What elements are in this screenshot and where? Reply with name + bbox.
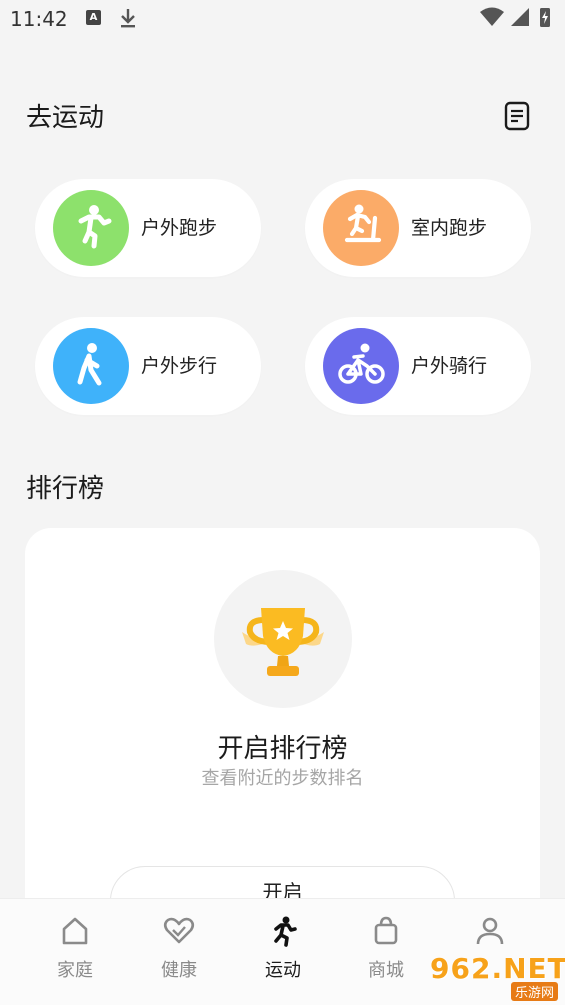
- watermark-text: 962.NET: [430, 952, 565, 985]
- watermark-subtext: 乐游网: [510, 982, 558, 1001]
- wifi-icon: [480, 7, 504, 26]
- ranking-subtitle: 查看附近的步数排名: [201, 768, 364, 789]
- heart-icon: [163, 917, 195, 944]
- download-icon: [121, 9, 135, 28]
- nav-item-health[interactable]: 健康: [129, 899, 229, 1005]
- nav-item-home[interactable]: 家庭: [25, 899, 125, 1005]
- nav-label: 运动: [265, 960, 301, 981]
- running-icon: [274, 916, 297, 947]
- cell-signal-icon: [511, 8, 529, 26]
- sport-card-outdoor-cycle[interactable]: 户外骑行: [305, 317, 531, 415]
- document-icon[interactable]: [500, 99, 534, 133]
- status-icons: [478, 6, 553, 30]
- running-icon: [53, 190, 129, 266]
- ranking-section-title: 排行榜: [26, 474, 105, 504]
- status-bar: 11:42 A: [0, 0, 565, 40]
- shopping-bag-icon: [374, 916, 398, 945]
- sport-label: 户外步行: [141, 355, 218, 377]
- status-time: 11:42: [10, 7, 68, 31]
- watermark-logo: 962.NET 乐游网: [426, 952, 565, 1001]
- sport-label: 户外骑行: [411, 355, 488, 377]
- page-title: 去运动: [26, 103, 105, 133]
- ranking-card: 开启排行榜 查看附近的步数排名 开启: [25, 528, 540, 938]
- treadmill-icon: [323, 190, 399, 266]
- nav-item-shop[interactable]: 商城: [336, 899, 436, 1005]
- sport-card-indoor-run[interactable]: 室内跑步: [305, 179, 531, 277]
- sport-card-outdoor-walk[interactable]: 户外步行: [35, 317, 261, 415]
- trophy-icon: [214, 570, 352, 708]
- nav-label: 商城: [368, 960, 404, 981]
- sport-label: 室内跑步: [411, 217, 488, 239]
- sport-label: 户外跑步: [141, 217, 218, 239]
- ranking-heading: 开启排行榜: [217, 734, 348, 764]
- nav-label: 家庭: [57, 960, 93, 981]
- walking-icon: [53, 328, 129, 404]
- sport-card-outdoor-run[interactable]: 户外跑步: [35, 179, 261, 277]
- cycling-icon: [323, 328, 399, 404]
- notification-a-icon: A: [86, 10, 101, 25]
- nav-label: 健康: [161, 960, 197, 981]
- nav-item-sport[interactable]: 运动: [233, 899, 333, 1005]
- profile-icon: [476, 917, 504, 945]
- home-icon: [62, 917, 88, 945]
